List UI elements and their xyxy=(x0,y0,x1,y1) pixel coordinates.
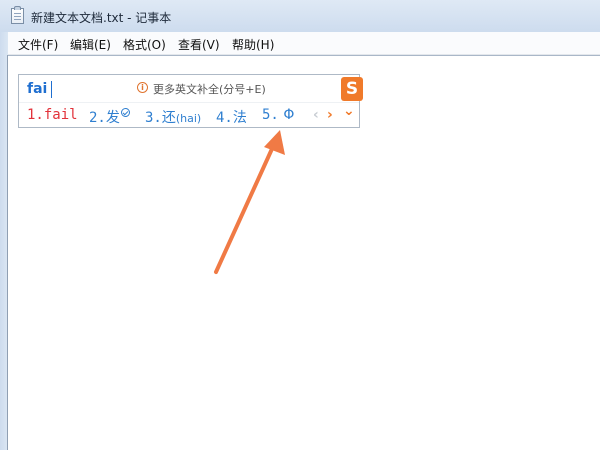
menu-bar: 文件(F) 编辑(E) 格式(O) 查看(V) 帮助(H) xyxy=(8,32,600,55)
ime-composition: fai xyxy=(27,81,48,97)
candidate-text: 还 xyxy=(161,110,176,126)
candidate-text: Φ xyxy=(283,107,295,123)
candidate-2[interactable]: 2.发 xyxy=(89,107,130,127)
expand-icon[interactable]: ⌄ xyxy=(343,103,355,119)
menu-edit[interactable]: 编辑(E) xyxy=(70,36,111,53)
check-circle-icon xyxy=(120,108,130,117)
candidate-number: 2. xyxy=(89,110,106,126)
text-editor[interactable]: fai i 更多英文补全(分号+E) S 1.fail 2.发 3.还(hai)… xyxy=(8,55,600,450)
candidate-text: fail xyxy=(43,107,78,123)
ime-divider xyxy=(19,102,359,103)
notepad-icon[interactable] xyxy=(11,6,24,24)
menu-help[interactable]: 帮助(H) xyxy=(232,36,274,53)
candidate-number: 3. xyxy=(145,110,162,126)
next-page-icon[interactable]: › xyxy=(327,107,333,123)
prev-page-icon[interactable]: ‹ xyxy=(313,107,319,123)
candidate-pinyin: (hai) xyxy=(175,112,202,125)
candidate-text: 法 xyxy=(232,110,247,126)
menu-file[interactable]: 文件(F) xyxy=(18,36,58,53)
sogou-logo-icon[interactable]: S xyxy=(341,77,363,101)
menu-format[interactable]: 格式(O) xyxy=(123,36,166,53)
candidate-number: 1. xyxy=(27,107,44,123)
text-caret xyxy=(51,81,52,98)
window-title: 新建文本文档.txt - 记事本 xyxy=(31,11,172,25)
notepad-window: 新建文本文档.txt - 记事本 文件(F) 编辑(E) 格式(O) 查看(V)… xyxy=(0,0,600,450)
candidate-1[interactable]: 1.fail xyxy=(27,107,78,123)
candidate-3[interactable]: 3.还(hai) xyxy=(145,107,201,127)
candidate-text: 发 xyxy=(105,110,120,126)
title-bar[interactable]: 新建文本文档.txt - 记事本 xyxy=(0,0,600,33)
info-icon: i xyxy=(137,82,148,93)
candidate-5[interactable]: 5. Φ xyxy=(262,107,294,123)
english-completion-hint[interactable]: 更多英文补全(分号+E) xyxy=(153,81,266,97)
candidate-number: 5. xyxy=(262,107,279,123)
candidate-number: 4. xyxy=(216,110,233,126)
menu-view[interactable]: 查看(V) xyxy=(178,36,220,53)
ime-candidate-window: fai i 更多英文补全(分号+E) S 1.fail 2.发 3.还(hai)… xyxy=(18,74,363,128)
candidate-4[interactable]: 4.法 xyxy=(216,107,247,127)
